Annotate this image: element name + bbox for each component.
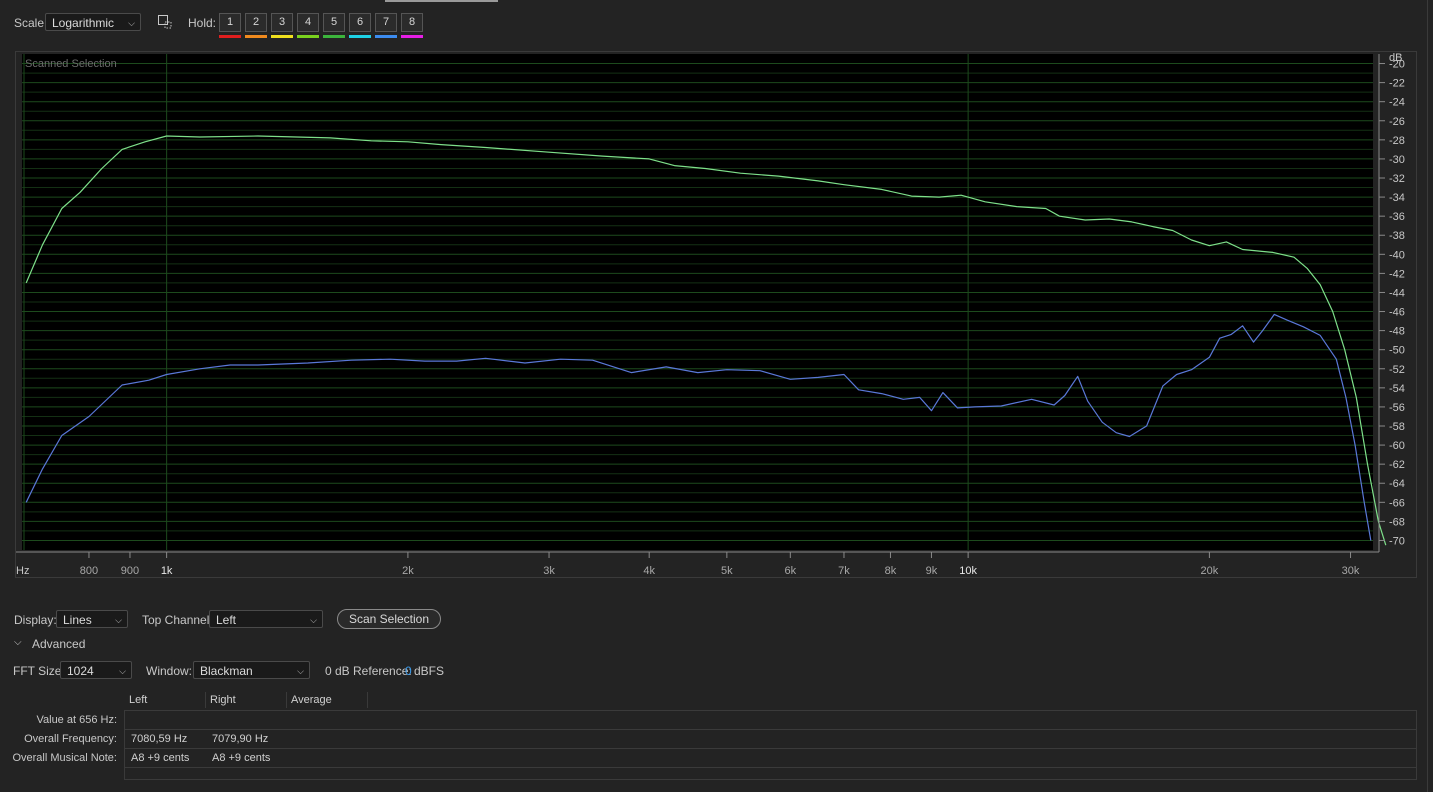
display-value: Lines [63, 613, 92, 627]
cell-left-frequency: 7080,59 Hz [131, 733, 188, 745]
cell-left-note: A8 +9 cents [131, 752, 190, 764]
chevron-down-icon: ⌵ [119, 666, 126, 676]
y-tick-label: -66 [1389, 497, 1405, 509]
x-tick-label: 900 [121, 565, 139, 577]
display-label: Display: [14, 613, 57, 627]
header-divider [205, 692, 206, 708]
x-tick-label: 10k [959, 565, 977, 577]
window-value: Blackman [200, 664, 253, 678]
db-reference-unit: dBFS [414, 664, 445, 678]
x-tick-label: 800 [80, 565, 98, 577]
row-label-musical-note: Overall Musical Note: [12, 752, 117, 764]
frequency-spectrum-chart[interactable]: -20-22-24-26-28-30-32-34-36-38-40-42-44-… [0, 0, 1433, 600]
chevron-down-icon: ⌵ [310, 615, 317, 625]
row-divider [125, 729, 1416, 730]
x-unit-label: Hz [16, 565, 29, 577]
x-tick-label: 2k [402, 565, 414, 577]
y-tick-label: -56 [1389, 402, 1405, 414]
row-label-overall-frequency: Overall Frequency: [24, 733, 117, 745]
x-axis-ticks: 800 900 1k 2k 3k 4k 5k 6k 7k 8k 9k 10k 20k 30k [80, 552, 1360, 577]
y-tick-label: -34 [1389, 192, 1405, 204]
x-tick-label: 20k [1201, 565, 1219, 577]
db-reference-value[interactable]: 0 [405, 664, 412, 678]
y-tick-label: -46 [1389, 307, 1405, 319]
x-tick-label: 5k [721, 565, 733, 577]
x-tick-label: 6k [785, 565, 797, 577]
y-tick-label: -50 [1389, 345, 1405, 357]
header-divider [286, 692, 287, 708]
header-divider [367, 692, 368, 708]
scan-selection-button[interactable]: Scan Selection [337, 609, 441, 629]
y-tick-label: -26 [1389, 116, 1405, 128]
y-axis-ticks: -20-22-24-26-28-30-32-34-36-38-40-42-44-… [1379, 59, 1405, 547]
y-tick-label: -42 [1389, 268, 1405, 280]
cell-right-note: A8 +9 cents [212, 752, 271, 764]
column-header-left: Left [129, 694, 148, 706]
x-tick-label: 4k [643, 565, 655, 577]
top-channel-dropdown[interactable]: Left ⌵ [209, 610, 323, 628]
advanced-toggle[interactable]: Advanced [32, 637, 85, 651]
y-tick-label: -68 [1389, 516, 1405, 528]
collapse-chevron-icon[interactable]: ⌵ [14, 637, 22, 648]
chevron-down-icon: ⌵ [297, 666, 304, 676]
window-label: Window: [146, 664, 193, 678]
x-tick-label: 7k [838, 565, 850, 577]
x-tick-label: 3k [543, 565, 555, 577]
y-tick-label: -44 [1389, 287, 1405, 299]
row-divider [125, 748, 1416, 749]
y-tick-label: -48 [1389, 326, 1405, 338]
row-label-value-at: Value at 656 Hz: [36, 714, 117, 726]
y-tick-label: -24 [1389, 97, 1405, 109]
column-header-average: Average [291, 694, 332, 706]
fft-size-dropdown[interactable]: 1024 ⌵ [60, 661, 132, 679]
y-tick-label: -62 [1389, 459, 1405, 471]
fft-size-value: 1024 [67, 664, 94, 678]
row-divider [125, 767, 1416, 768]
y-tick-label: -64 [1389, 478, 1405, 490]
y-tick-label: -60 [1389, 440, 1405, 452]
y-tick-label: -52 [1389, 364, 1405, 376]
x-tick-label: 8k [885, 565, 897, 577]
db-reference-label: 0 dB Reference: [325, 664, 412, 678]
y-tick-label: -22 [1389, 78, 1405, 90]
y-tick-label: -36 [1389, 211, 1405, 223]
top-channel-label: Top Channel: [142, 613, 213, 627]
top-channel-value: Left [216, 613, 237, 627]
y-tick-label: -30 [1389, 154, 1405, 166]
scanned-selection-label: Scanned Selection [25, 58, 117, 70]
cell-right-frequency: 7079,90 Hz [212, 733, 269, 745]
x-tick-label: 1k [161, 565, 173, 577]
y-tick-label: -40 [1389, 249, 1405, 261]
chevron-down-icon: ⌵ [115, 615, 122, 625]
x-tick-label: 30k [1342, 565, 1360, 577]
y-tick-label: -28 [1389, 135, 1405, 147]
fft-size-label: FFT Size: [13, 664, 65, 678]
display-dropdown[interactable]: Lines ⌵ [56, 610, 128, 628]
y-unit-label: dB [1389, 52, 1402, 64]
y-tick-label: -70 [1389, 535, 1405, 547]
x-tick-label: 9k [926, 565, 938, 577]
window-dropdown[interactable]: Blackman ⌵ [193, 661, 310, 679]
results-table [124, 710, 1417, 780]
y-tick-label: -58 [1389, 421, 1405, 433]
y-tick-label: -54 [1389, 383, 1405, 395]
column-header-right: Right [210, 694, 236, 706]
y-tick-label: -32 [1389, 173, 1405, 185]
y-tick-label: -38 [1389, 230, 1405, 242]
